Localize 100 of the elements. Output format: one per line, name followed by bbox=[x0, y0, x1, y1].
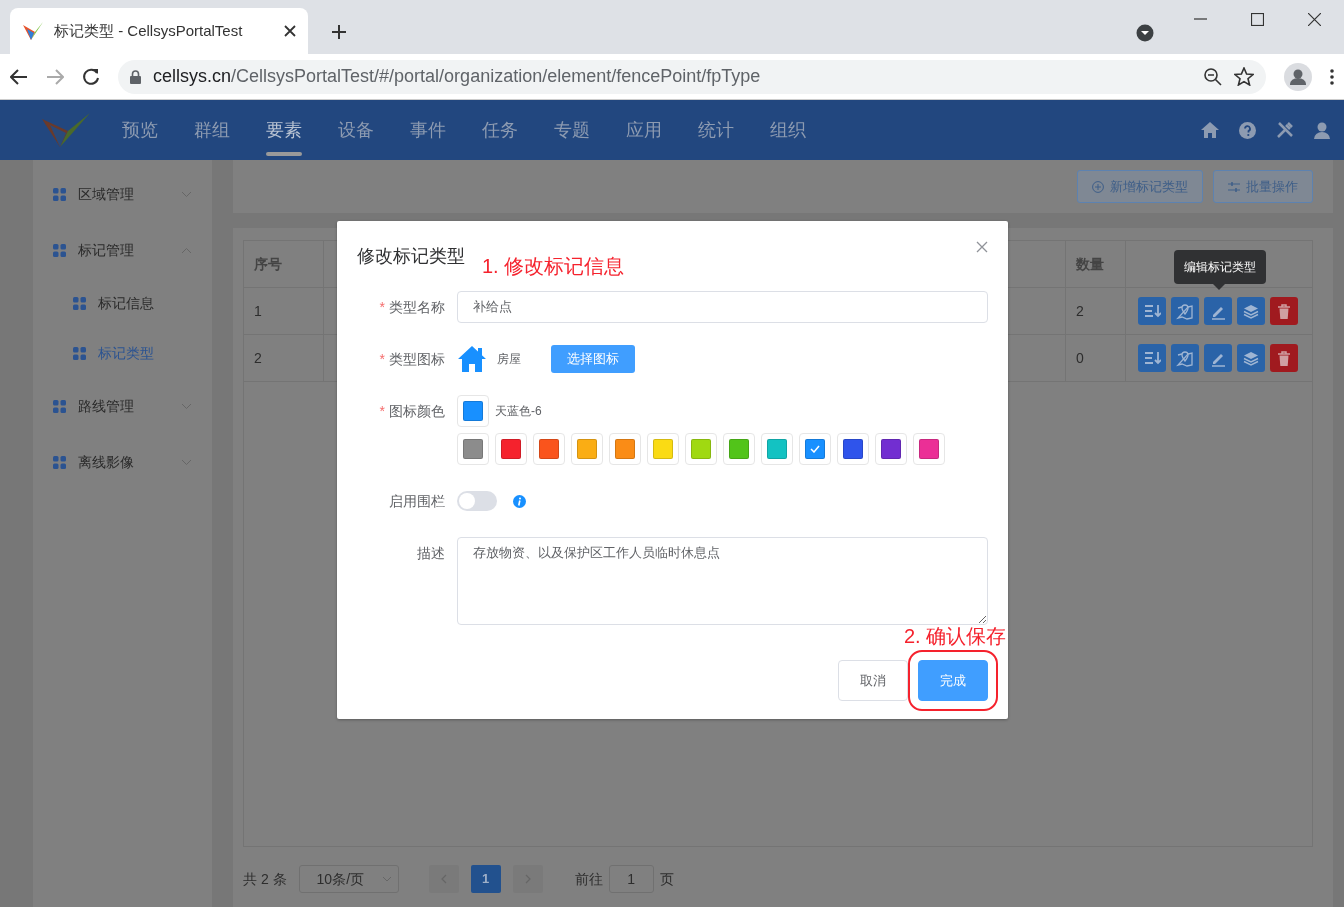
action-button[interactable] bbox=[1171, 297, 1199, 325]
field-label: * 类型名称 bbox=[378, 298, 446, 317]
map-pin-icon bbox=[1176, 349, 1194, 367]
check-icon bbox=[810, 445, 820, 453]
dialog-title: 修改标记类型 bbox=[357, 245, 465, 268]
color-swatch[interactable] bbox=[837, 433, 869, 465]
sidebar-item[interactable]: 标记管理 bbox=[33, 222, 212, 278]
action-button[interactable] bbox=[1171, 344, 1199, 372]
icon-name: 房屋 bbox=[497, 351, 521, 368]
color-swatch[interactable] bbox=[685, 433, 717, 465]
sidebar-item[interactable]: 离线影像 bbox=[33, 434, 212, 490]
action-button[interactable] bbox=[1138, 344, 1166, 372]
menu-grid-icon bbox=[73, 346, 86, 360]
reload-icon[interactable] bbox=[82, 67, 100, 86]
tab-search-icon[interactable] bbox=[1136, 24, 1154, 42]
browser-tab[interactable]: 标记类型 - CellsysPortalTest bbox=[10, 8, 308, 54]
url-text: cellsys.cn/CellsysPortalTest/#/portal/organization/element/fencePoint/fpType bbox=[153, 65, 762, 88]
menu-grid-icon bbox=[53, 399, 66, 413]
menu-grid-icon bbox=[53, 187, 66, 201]
page-unit: 页 bbox=[659, 869, 674, 889]
forward-icon[interactable] bbox=[46, 68, 64, 85]
color-swatch[interactable] bbox=[761, 433, 793, 465]
add-button[interactable]: 新增标记类型 bbox=[1077, 170, 1203, 203]
new-tab-icon[interactable] bbox=[332, 25, 346, 39]
nav-tab[interactable]: 任务 bbox=[464, 100, 536, 160]
delete-button[interactable] bbox=[1270, 344, 1298, 372]
toggle-switch[interactable] bbox=[457, 491, 497, 511]
description-field[interactable]: 存放物资、以及保护区工作人员临时休息点 bbox=[457, 537, 988, 625]
home-icon[interactable] bbox=[1201, 122, 1219, 138]
table-cell: 0 bbox=[1066, 335, 1126, 381]
nav-tab[interactable]: 专题 bbox=[536, 100, 608, 160]
action-button[interactable] bbox=[1204, 344, 1232, 372]
color-name: 天蓝色-6 bbox=[495, 403, 542, 420]
back-icon[interactable] bbox=[10, 68, 28, 85]
nav-tab[interactable]: 设备 bbox=[320, 100, 392, 160]
action-button[interactable] bbox=[1204, 297, 1232, 325]
tooltip: 编辑标记类型 bbox=[1174, 250, 1266, 284]
nav-tab[interactable]: 要素 bbox=[248, 100, 320, 160]
nav-tab[interactable]: 预览 bbox=[104, 100, 176, 160]
house-icon bbox=[457, 345, 487, 373]
current-color-swatch bbox=[457, 395, 489, 427]
sidebar-item[interactable]: 路线管理 bbox=[33, 378, 212, 434]
annotation-text: 2. 确认保存 bbox=[904, 626, 1007, 646]
help-icon[interactable] bbox=[1239, 121, 1256, 139]
lock-icon bbox=[130, 69, 141, 84]
cancel-button[interactable]: 取消 bbox=[838, 660, 908, 701]
color-swatch[interactable] bbox=[875, 433, 907, 465]
color-swatch[interactable] bbox=[533, 433, 565, 465]
more-icon[interactable] bbox=[1330, 68, 1334, 85]
action-button[interactable] bbox=[1237, 297, 1265, 325]
page-input[interactable]: 1 bbox=[608, 865, 654, 893]
sliders-icon bbox=[1228, 181, 1240, 192]
maximize-icon[interactable] bbox=[1251, 13, 1264, 26]
action-button[interactable] bbox=[1237, 344, 1265, 372]
nav-tab[interactable]: 应用 bbox=[608, 100, 680, 160]
zoom-out-icon[interactable] bbox=[1204, 67, 1222, 86]
address-bar[interactable]: cellsys.cn/CellsysPortalTest/#/portal/organization/element/fencePoint/fpType bbox=[118, 59, 1266, 94]
action-button[interactable] bbox=[1138, 297, 1166, 325]
tooltip-arrow bbox=[1213, 284, 1225, 290]
batch-button[interactable]: 批量操作 bbox=[1213, 170, 1313, 203]
sidebar-subitem[interactable]: 标记信息 bbox=[33, 278, 212, 328]
sort-icon bbox=[1143, 302, 1161, 320]
color-swatch[interactable] bbox=[457, 433, 489, 465]
plus-circle-icon bbox=[1092, 180, 1104, 193]
color-swatch[interactable] bbox=[913, 433, 945, 465]
nav-tab[interactable]: 事件 bbox=[392, 100, 464, 160]
user-icon[interactable] bbox=[1314, 121, 1330, 139]
color-swatch[interactable] bbox=[799, 433, 831, 465]
page-size-select[interactable]: 10条/页 bbox=[298, 865, 399, 893]
color-swatch[interactable] bbox=[495, 433, 527, 465]
sidebar-item[interactable]: 区域管理 bbox=[33, 166, 212, 222]
color-swatch[interactable] bbox=[647, 433, 679, 465]
info-icon[interactable] bbox=[513, 494, 526, 508]
page-button[interactable]: 1 bbox=[470, 865, 501, 893]
goto-label: 前往 bbox=[574, 869, 603, 889]
column-header: 数量 bbox=[1066, 241, 1126, 287]
layers-icon bbox=[1242, 349, 1260, 367]
nav-tab[interactable]: 组织 bbox=[752, 100, 824, 160]
table-cell: 2 bbox=[1066, 288, 1126, 334]
tools-icon[interactable] bbox=[1276, 121, 1294, 139]
field-label: 描述 bbox=[416, 544, 446, 563]
sidebar-subitem[interactable]: 标记类型 bbox=[33, 328, 212, 378]
input-field[interactable]: 补给点 bbox=[457, 291, 988, 323]
close-icon[interactable] bbox=[1308, 13, 1321, 26]
color-swatch[interactable] bbox=[609, 433, 641, 465]
menu-grid-icon bbox=[53, 243, 66, 257]
choose-icon-button[interactable]: 选择图标 bbox=[551, 345, 635, 373]
color-swatch[interactable] bbox=[723, 433, 755, 465]
chevron-down-icon bbox=[381, 876, 392, 882]
profile-icon[interactable] bbox=[1284, 62, 1312, 91]
color-swatch[interactable] bbox=[571, 433, 603, 465]
nav-tab[interactable]: 群组 bbox=[176, 100, 248, 160]
table-cell: 1 bbox=[244, 288, 324, 334]
menu-grid-icon bbox=[53, 455, 66, 469]
nav-tab[interactable]: 统计 bbox=[680, 100, 752, 160]
close-icon[interactable] bbox=[284, 25, 296, 37]
delete-button[interactable] bbox=[1270, 297, 1298, 325]
star-icon[interactable] bbox=[1234, 67, 1254, 86]
trash-icon bbox=[1275, 302, 1293, 320]
trash-icon bbox=[1275, 349, 1293, 367]
